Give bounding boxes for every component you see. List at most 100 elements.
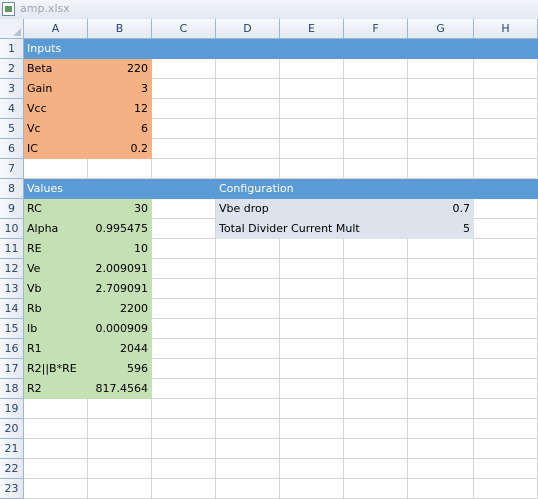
cell[interactable] (474, 239, 538, 259)
column-header-f[interactable]: F (344, 19, 408, 39)
value-label-cell[interactable]: Rb (24, 299, 88, 319)
cell[interactable] (152, 259, 216, 279)
cell[interactable] (408, 119, 474, 139)
cell[interactable] (408, 279, 474, 299)
cell[interactable] (474, 439, 538, 459)
cell[interactable] (280, 259, 344, 279)
input-value-cell[interactable]: 220 (88, 59, 152, 79)
cell[interactable] (408, 319, 474, 339)
cell[interactable] (474, 79, 538, 99)
cell[interactable] (344, 299, 408, 319)
cell[interactable] (88, 479, 152, 499)
cell[interactable] (280, 419, 344, 439)
cell[interactable] (152, 479, 216, 499)
cell[interactable] (280, 119, 344, 139)
cell[interactable] (474, 419, 538, 439)
input-label-cell[interactable]: Vcc (24, 99, 88, 119)
cell[interactable] (474, 299, 538, 319)
value-value-cell[interactable]: 0.995475 (88, 219, 152, 239)
cell[interactable] (88, 159, 152, 179)
column-header-a[interactable]: A (24, 19, 88, 39)
row-header-21[interactable]: 21 (0, 439, 24, 459)
row-header-1[interactable]: 1 (0, 39, 24, 59)
cell[interactable] (216, 159, 280, 179)
column-header-h[interactable]: H (474, 19, 538, 39)
cell[interactable] (408, 359, 474, 379)
cell[interactable] (152, 79, 216, 99)
value-value-cell[interactable]: 2.009091 (88, 259, 152, 279)
cell[interactable] (280, 379, 344, 399)
value-value-cell[interactable]: 596 (88, 359, 152, 379)
cell[interactable] (280, 279, 344, 299)
cell[interactable] (344, 239, 408, 259)
cell[interactable] (152, 59, 216, 79)
row-header-3[interactable]: 3 (0, 79, 24, 99)
cell[interactable] (216, 339, 280, 359)
cell[interactable] (344, 159, 408, 179)
cell[interactable] (474, 99, 538, 119)
cell[interactable] (280, 99, 344, 119)
cell[interactable] (344, 479, 408, 499)
cell[interactable] (408, 419, 474, 439)
value-label-cell[interactable]: R2 (24, 379, 88, 399)
cell[interactable] (152, 379, 216, 399)
cell[interactable] (344, 399, 408, 419)
row-header-19[interactable]: 19 (0, 399, 24, 419)
cell[interactable] (344, 139, 408, 159)
value-value-cell[interactable]: 0.000909 (88, 319, 152, 339)
cell[interactable] (216, 359, 280, 379)
row-header-11[interactable]: 11 (0, 239, 24, 259)
cell[interactable] (474, 459, 538, 479)
cell[interactable] (152, 239, 216, 259)
cell[interactable] (216, 99, 280, 119)
cell[interactable] (152, 339, 216, 359)
cell[interactable] (152, 459, 216, 479)
cell[interactable] (216, 419, 280, 439)
cell[interactable] (152, 319, 216, 339)
cell[interactable] (24, 399, 88, 419)
input-value-cell[interactable]: 12 (88, 99, 152, 119)
input-value-cell[interactable]: 0.2 (88, 139, 152, 159)
column-header-e[interactable]: E (280, 19, 344, 39)
cell[interactable] (474, 399, 538, 419)
cell[interactable] (344, 79, 408, 99)
config-value-cell[interactable]: 5 (408, 219, 474, 239)
config-label-cell[interactable]: Vbe drop (216, 199, 408, 219)
cell[interactable] (24, 419, 88, 439)
cell[interactable] (280, 299, 344, 319)
row-header-18[interactable]: 18 (0, 379, 24, 399)
select-all-corner[interactable] (0, 19, 24, 39)
cell[interactable] (152, 279, 216, 299)
value-label-cell[interactable]: Alpha (24, 219, 88, 239)
cell[interactable] (216, 299, 280, 319)
row-header-6[interactable]: 6 (0, 139, 24, 159)
value-label-cell[interactable]: RC (24, 199, 88, 219)
cell[interactable] (280, 159, 344, 179)
cell[interactable] (408, 299, 474, 319)
cell[interactable] (474, 319, 538, 339)
cell[interactable] (474, 199, 538, 219)
cell[interactable] (280, 59, 344, 79)
value-value-cell[interactable]: 2044 (88, 339, 152, 359)
cell[interactable] (280, 399, 344, 419)
value-label-cell[interactable]: Ve (24, 259, 88, 279)
cell[interactable] (88, 439, 152, 459)
row-header-4[interactable]: 4 (0, 99, 24, 119)
cell[interactable] (344, 419, 408, 439)
cell[interactable] (152, 299, 216, 319)
cell[interactable] (216, 479, 280, 499)
row-header-8[interactable]: 8 (0, 179, 24, 199)
cell[interactable] (408, 159, 474, 179)
cell[interactable] (216, 399, 280, 419)
row-header-9[interactable]: 9 (0, 199, 24, 219)
row-header-14[interactable]: 14 (0, 299, 24, 319)
input-value-cell[interactable]: 3 (88, 79, 152, 99)
cell[interactable] (408, 239, 474, 259)
cell[interactable] (24, 159, 88, 179)
config-value-cell[interactable]: 0.7 (408, 199, 474, 219)
value-value-cell[interactable]: 2.709091 (88, 279, 152, 299)
input-label-cell[interactable]: Gain (24, 79, 88, 99)
cell[interactable] (474, 479, 538, 499)
cell[interactable] (344, 339, 408, 359)
cell[interactable] (474, 119, 538, 139)
